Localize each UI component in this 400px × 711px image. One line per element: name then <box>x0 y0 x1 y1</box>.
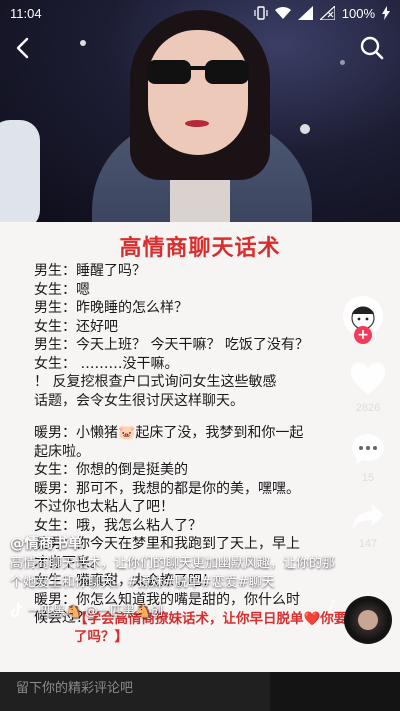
heart-icon <box>350 362 386 394</box>
top-nav <box>0 28 400 68</box>
no-signal-icon <box>319 6 335 20</box>
script-line: 女生：嗯 <box>34 281 90 298</box>
like-count: 2826 <box>355 402 381 414</box>
search-icon[interactable] <box>358 34 386 62</box>
comment-button[interactable]: 15 <box>344 432 392 484</box>
share-button[interactable]: 147 <box>344 502 392 550</box>
script-line: 起床啦。 <box>34 443 90 460</box>
like-button[interactable]: 2826 <box>344 362 392 414</box>
author-name[interactable]: @情商书单 <box>10 532 340 553</box>
comment-placeholder[interactable]: 留下你的精彩评论吧 <box>16 677 133 696</box>
script-line: 暖男：小懒猪🐷起床了没，我梦到和你一起 <box>34 425 304 441</box>
follow-plus-icon[interactable]: + <box>354 326 372 344</box>
comment-count: 15 <box>361 472 375 484</box>
tiktok-note-icon <box>11 602 22 617</box>
script-line: 女生：还好吧 <box>34 318 118 335</box>
signal-icon <box>297 6 313 20</box>
share-count: 147 <box>358 538 378 550</box>
script-line: 话题，会令女生很讨厌这样聊天。 <box>34 392 244 409</box>
article-title: 高情商聊天话术 <box>119 235 281 261</box>
script-line: 女生：你想的倒是挺美的 <box>34 462 188 478</box>
script-line: 暖男：那可不，我想的都是你的美，嘿嘿。 <box>34 480 300 497</box>
video-caption: @情商书单 高情商聊天话术，让你们的聊天更加幽默风趣，让你的那个她爱上和你聊天。… <box>10 532 340 619</box>
comment-bubble-icon <box>352 434 384 464</box>
bystander-shape <box>0 120 40 222</box>
charging-icon <box>382 6 390 20</box>
person-lips <box>185 120 209 127</box>
script-line: 女生： ………没干嘛。 <box>34 355 179 372</box>
battery-percent: 100% <box>341 5 375 21</box>
script-line: 男生：昨晚睡的怎么样？ <box>34 300 188 316</box>
music-disc-cover <box>358 610 378 630</box>
music-info[interactable]: 一匹黑🐴 @一匹黑🐴创 <box>10 600 340 619</box>
share-arrow-icon <box>352 504 384 530</box>
script-line: 男生：睡醒了吗？ <box>34 263 146 279</box>
music-title: 一匹黑🐴 @一匹黑🐴创 <box>28 603 164 618</box>
back-arrow-icon[interactable] <box>10 34 38 62</box>
music-disc[interactable] <box>344 596 392 644</box>
video-description[interactable]: 高情商聊天话术，让你们的聊天更加幽默风趣，让你的那个她爱上和你聊天。#撩妹#脱单… <box>10 555 340 592</box>
script-line: 男生：今天上班？ 今天干嘛？ 吃饭了没有？ <box>34 337 309 353</box>
script-line: 不过你也太粘人了吧！ <box>34 499 174 515</box>
vibrate-icon <box>254 6 268 20</box>
author-avatar-button[interactable]: + <box>340 296 386 352</box>
stage-light <box>300 124 310 134</box>
wifi-icon <box>274 6 291 20</box>
script-gap <box>34 410 374 424</box>
comment-bar: 留下你的精彩评论吧 <box>0 672 400 711</box>
status-time: 11:04 <box>10 5 42 21</box>
script-line: ！ 反复挖根查户口式询问女生这些敏感 <box>34 374 277 390</box>
status-bar: 11:04 100% <box>0 0 400 26</box>
